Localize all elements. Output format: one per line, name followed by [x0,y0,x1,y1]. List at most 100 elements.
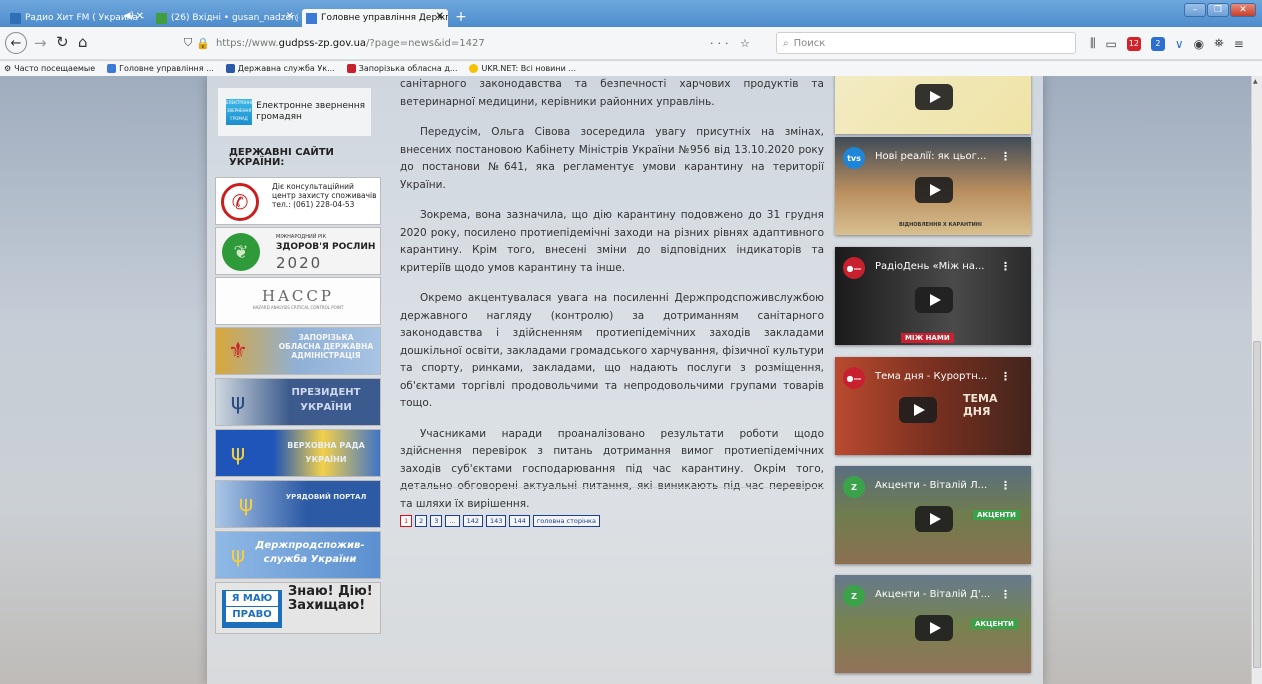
video-thumbnail[interactable]: tvs Нові реалії: як цьог... ⋮ ВІДНОВЛЕНН… [835,137,1031,235]
page-link[interactable]: 143 [486,515,507,527]
maximize-button[interactable]: ❐ [1207,3,1229,17]
speaker-icon[interactable]: ◀) [124,11,134,21]
page-link[interactable]: 144 [509,515,530,527]
electronic-appeal-banner[interactable]: ЕЛЕКТРОННІ ЗВЕРНЕННЯ ГРОМАД Електронне з… [218,88,371,136]
scrollbar-thumb[interactable] [1253,341,1261,668]
home-page-link[interactable]: головна сторінка [532,515,600,527]
trident-icon: ψ [238,492,254,517]
video-title[interactable]: Нові реалії: як цьог... [875,151,986,162]
search-input[interactable]: ⌕ Поиск [776,32,1076,54]
bookmark-item[interactable]: Головне управління ... [107,64,214,73]
lock-icon[interactable]: 🔒 [196,37,210,50]
state-sites-heading: ДЕРЖАВНІ САЙТИ УКРАЇНИ: [229,147,334,168]
close-window-button[interactable]: ✕ [1230,3,1256,17]
article-paragraph: Учасниками наради проаналізовано результ… [400,427,824,510]
close-tab-icon[interactable]: ✕ [286,11,294,22]
article-paragraph: Окремо акцентувалася увага на посиленні … [400,292,824,409]
new-tab-button[interactable]: + [452,9,470,25]
channel-avatar: ●— [843,257,865,279]
tab-gudpss[interactable]: Головне управління Держпро ✕ [302,9,448,27]
gov-portal-banner[interactable]: ψ УРЯДОВИЙ ПОРТАЛ [215,480,381,528]
play-icon[interactable] [915,177,953,203]
bookmark-item[interactable]: ⚙ Часто посещаемые [4,64,95,73]
play-icon[interactable] [899,397,937,423]
page-link[interactable]: 3 [430,515,443,527]
more-options-icon[interactable]: ⋮ [1000,479,1011,492]
president-text: ПРЕЗИДЕНТ УКРАЇНИ [291,387,361,413]
page-ellipsis[interactable]: ... [445,515,460,527]
video-thumbnail[interactable]: Z Акценти - Віталій Д'... ⋮ АКЦЕНТИ [835,575,1031,673]
extension-badge-icon[interactable]: 12 [1126,36,1141,51]
zoda-banner[interactable]: ⚜ ЗАПОРІЗЬКА ОБЛАСНА ДЕРЖАВНА АДМІНІСТРА… [215,327,381,375]
play-icon[interactable] [915,84,953,110]
play-icon[interactable] [915,506,953,532]
url-bar[interactable]: ⛉ 🔒 https://www.gudpss-zp.gov.ua/?page=n… [178,32,772,54]
bookmark-item[interactable]: Запорізька обласна д... [346,64,457,73]
video-title[interactable]: Тема дня - Курортн... [875,371,987,382]
menu-icon[interactable]: ≡ [1234,37,1244,51]
gift-icon[interactable]: ⛯ [1214,36,1224,51]
home-button[interactable]: ⌂ [78,33,88,51]
forward-button[interactable]: → [34,34,47,52]
close-tab-icon[interactable]: ✕ [436,11,444,22]
page-link[interactable]: 2 [415,515,428,527]
url-text[interactable]: https://www.gudpss-zp.gov.ua/?page=news&… [216,38,485,49]
rights-badge: Я МАЮ ПРАВО [222,590,282,628]
coat-of-arms-icon: ⚜ [228,339,248,364]
vpn-icon[interactable]: ∨ [1175,37,1184,51]
tab-radio-hit[interactable]: Радио Хит FM ( Украина - ◀) ✕ [6,9,148,27]
page-link-current[interactable]: 1 [400,515,413,527]
video-title[interactable]: РадіоДень «Між на... [875,261,984,272]
zoda-text: ЗАПОРІЗЬКА ОБЛАСНА ДЕРЖАВНА АДМІНІСТРАЦІ… [278,333,374,360]
library-icon[interactable]: ⫼ [1090,36,1096,51]
rights-badge-top: Я МАЮ [226,591,278,606]
more-options-icon[interactable]: ⋮ [1000,150,1011,163]
video-thumbnail[interactable]: ●— РадіоДень «Між на... ⋮ МІЖ НАМИ [835,247,1031,345]
consumer-center-banner[interactable]: ✆ Діє консультаційний центр захисту спож… [215,177,381,225]
page-viewport: ЕЛЕКТРОННІ ЗВЕРНЕННЯ ГРОМАД Електронне з… [0,76,1262,684]
haccp-banner[interactable]: HACCP HAZARD ANALYSIS CRITICAL CONTROL P… [215,277,381,325]
page-actions-icon[interactable]: ··· ☆ [710,37,754,50]
play-icon[interactable] [915,615,953,641]
dpss-banner[interactable]: ψ Держпродспожив-служба України [215,531,381,579]
bookmark-item[interactable]: UKR.NET: Всі новини ... [469,64,576,73]
shield-icon[interactable]: ⛉ [184,36,192,50]
video-thumbnail[interactable]: Z Акценти - Віталій Л... ⋮ АКЦЕНТИ [835,466,1031,564]
page-scrollbar[interactable]: ▲ [1251,76,1262,684]
search-placeholder: Поиск [793,37,826,49]
emblem-icon [225,64,235,73]
extension-badge-icon[interactable]: 2 [1150,36,1165,51]
president-banner[interactable]: ψ ПРЕЗИДЕНТ УКРАЇНИ [215,378,381,426]
consumer-rights-banner[interactable]: Я МАЮ ПРАВО Знаю! Дію! Захищаю! [215,582,381,634]
video-thumbnail[interactable]: ●— Тема дня - Курортн... ⋮ ТЕМА ДНЯ [835,357,1031,455]
minimize-button[interactable]: – [1184,3,1206,17]
divider [400,487,824,488]
content-panel: ЕЛЕКТРОННІ ЗВЕРНЕННЯ ГРОМАД Електронне з… [207,76,1043,684]
tab-ukrnet-mail[interactable]: (26) Вхідні • gusan_nadzor@ukr ✕ [152,9,298,27]
more-options-icon[interactable]: ⋮ [1000,588,1011,601]
trident-icon [107,64,117,73]
reload-button[interactable]: ↻ [56,33,69,51]
back-button[interactable]: ← [5,32,27,54]
video-title[interactable]: Акценти - Віталій Д'... [875,589,990,600]
consumer-center-text: Діє консультаційний центр захисту спожив… [272,182,377,209]
plant-health-banner[interactable]: ❦ МІЖНАРОДНИЙ РІК ЗДОРОВ'Я РОСЛИН 2020 [215,227,381,275]
bookmarks-bar: ⚙ Часто посещаемые Головне управління ...… [0,61,1262,76]
video-thumbnail[interactable] [835,76,1031,134]
rada-banner[interactable]: ψ ВЕРХОВНА РАДА УКРАЇНИ [215,429,381,477]
bookmark-label: Часто посещаемые [14,64,96,73]
close-tab-icon[interactable]: ✕ [136,11,144,22]
scroll-up-icon[interactable]: ▲ [1253,78,1261,86]
sidebar-icon[interactable]: ▭ [1106,37,1117,51]
rada-text: ВЕРХОВНА РАДА УКРАЇНИ [287,441,365,464]
bookmark-label: Головне управління ... [119,64,214,73]
more-options-icon[interactable]: ⋮ [1000,370,1011,383]
video-title[interactable]: Акценти - Віталій Л... [875,480,987,491]
bookmark-item[interactable]: Державна служба Ук... [225,64,335,73]
page-link[interactable]: 142 [462,515,484,527]
channel-avatar: tvs [843,147,865,169]
play-icon[interactable] [915,287,953,313]
more-options-icon[interactable]: ⋮ [1000,260,1011,273]
account-icon[interactable]: ◉ [1194,37,1204,51]
radio-favicon-icon [10,12,21,24]
